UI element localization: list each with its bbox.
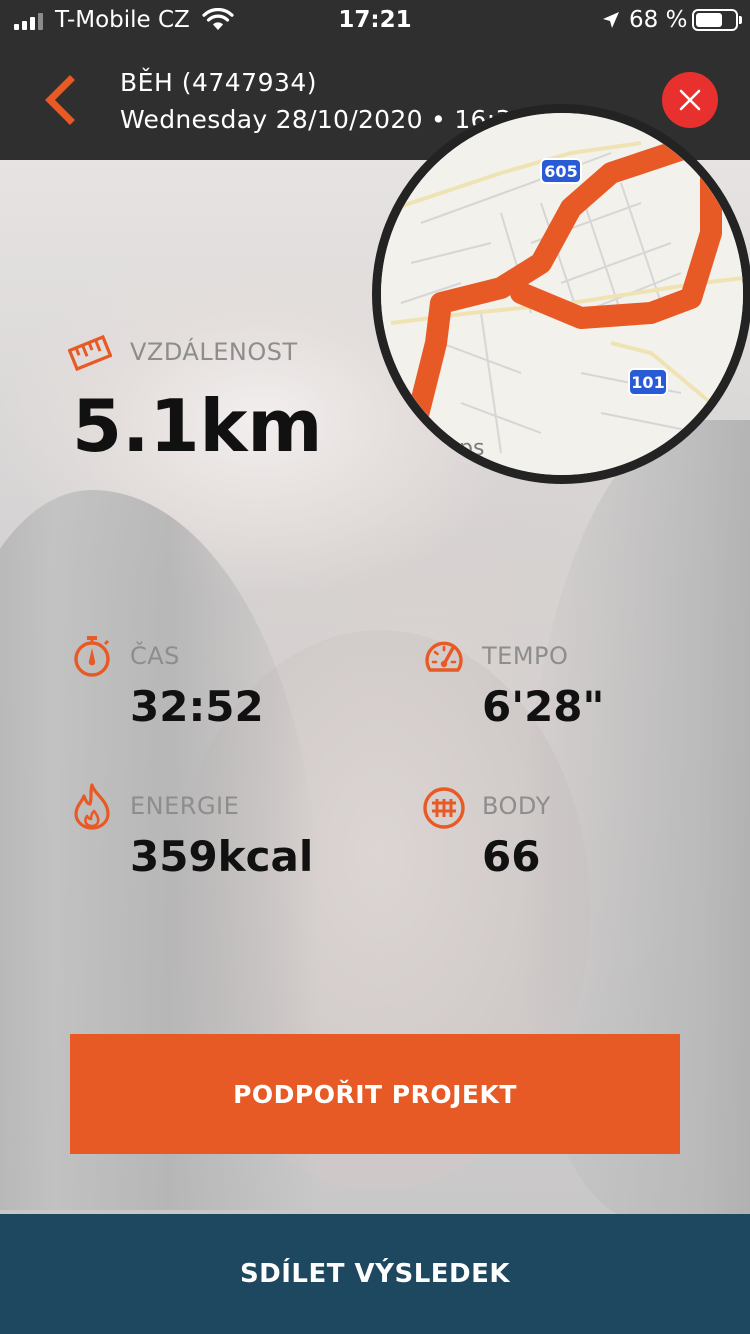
support-project-button[interactable]: PODPOŘIT PROJEKT <box>70 1034 680 1154</box>
distance-value: 5.1km <box>72 384 323 468</box>
ruler-icon <box>68 334 112 372</box>
route-map[interactable]: 605 101 ps <box>372 104 750 484</box>
close-button[interactable] <box>662 72 718 128</box>
time-value: 32:52 <box>130 682 264 731</box>
share-result-button[interactable]: SDÍLET VÝSLEDEK <box>0 1214 750 1334</box>
road-shield-label: 101 <box>631 373 664 392</box>
status-bar: T-Mobile CZ 17:21 68 % <box>0 0 750 40</box>
battery-icon <box>692 9 742 31</box>
pace-value: 6'28" <box>482 682 605 731</box>
speedometer-icon <box>425 641 463 672</box>
time-label: ČAS <box>130 642 180 670</box>
route-map-drawing: 605 101 ps <box>381 113 743 475</box>
flame-icon <box>74 783 110 830</box>
points-value: 66 <box>482 832 541 881</box>
points-label: BODY <box>482 792 551 820</box>
activity-title: BĚH (4747934) <box>120 68 318 97</box>
energy-label: ENERGIE <box>130 792 240 820</box>
location-arrow-icon <box>603 12 619 28</box>
battery-percent: 68 % <box>629 7 688 33</box>
back-button[interactable] <box>38 72 86 128</box>
close-icon <box>679 89 701 111</box>
chevron-left-icon <box>45 75 75 125</box>
pace-label: TEMPO <box>482 642 569 670</box>
stopwatch-icon <box>74 636 110 677</box>
energy-value: 359kcal <box>130 832 314 881</box>
distance-label: VZDÁLENOST <box>130 338 298 366</box>
road-shield-label: 605 <box>544 162 577 181</box>
points-icon <box>423 787 465 829</box>
